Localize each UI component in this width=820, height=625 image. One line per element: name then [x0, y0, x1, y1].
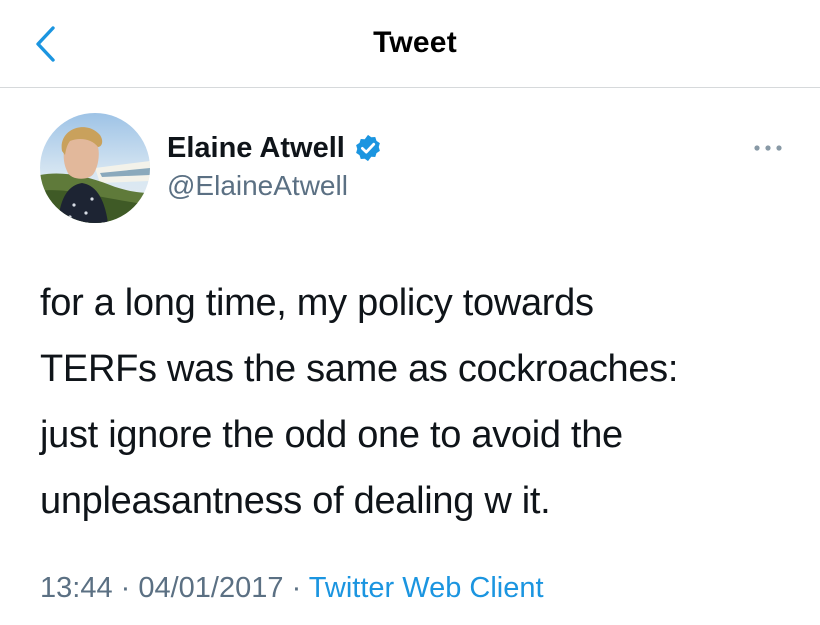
- verified-badge-icon: [355, 134, 380, 162]
- author-handle[interactable]: @ElaineAtwell: [167, 170, 348, 202]
- more-options-button[interactable]: [748, 136, 788, 160]
- tweet-text-line: just ignore the odd one to avoid the: [40, 414, 623, 456]
- navigation-bar: Tweet: [0, 0, 820, 88]
- tweet-text-line: TERFs was the same as cockroaches:: [40, 348, 679, 390]
- more-options-icon: [754, 145, 782, 151]
- tweet-source-link[interactable]: Twitter Web Client: [309, 572, 544, 604]
- tweet-text: for a long time, my policy towards TERFs…: [40, 270, 800, 534]
- meta-separator: ·: [112, 572, 139, 604]
- tweet-metadata: 13:44 · 04/01/2017 · Twitter Web Client: [40, 572, 544, 605]
- tweet-text-line: unpleasantness of dealing w it.: [40, 480, 551, 522]
- author-name-row[interactable]: Elaine Atwell: [167, 128, 383, 168]
- tweet-text-line: for a long time, my policy towards: [40, 282, 594, 324]
- page-title: Tweet: [373, 26, 457, 59]
- tweet-date: 04/01/2017: [138, 572, 284, 604]
- author-display-name[interactable]: Elaine Atwell: [167, 132, 345, 165]
- meta-separator: ·: [283, 572, 309, 604]
- avatar-image: [40, 113, 150, 223]
- avatar[interactable]: [40, 113, 150, 223]
- tweet-time: 13:44: [40, 572, 113, 604]
